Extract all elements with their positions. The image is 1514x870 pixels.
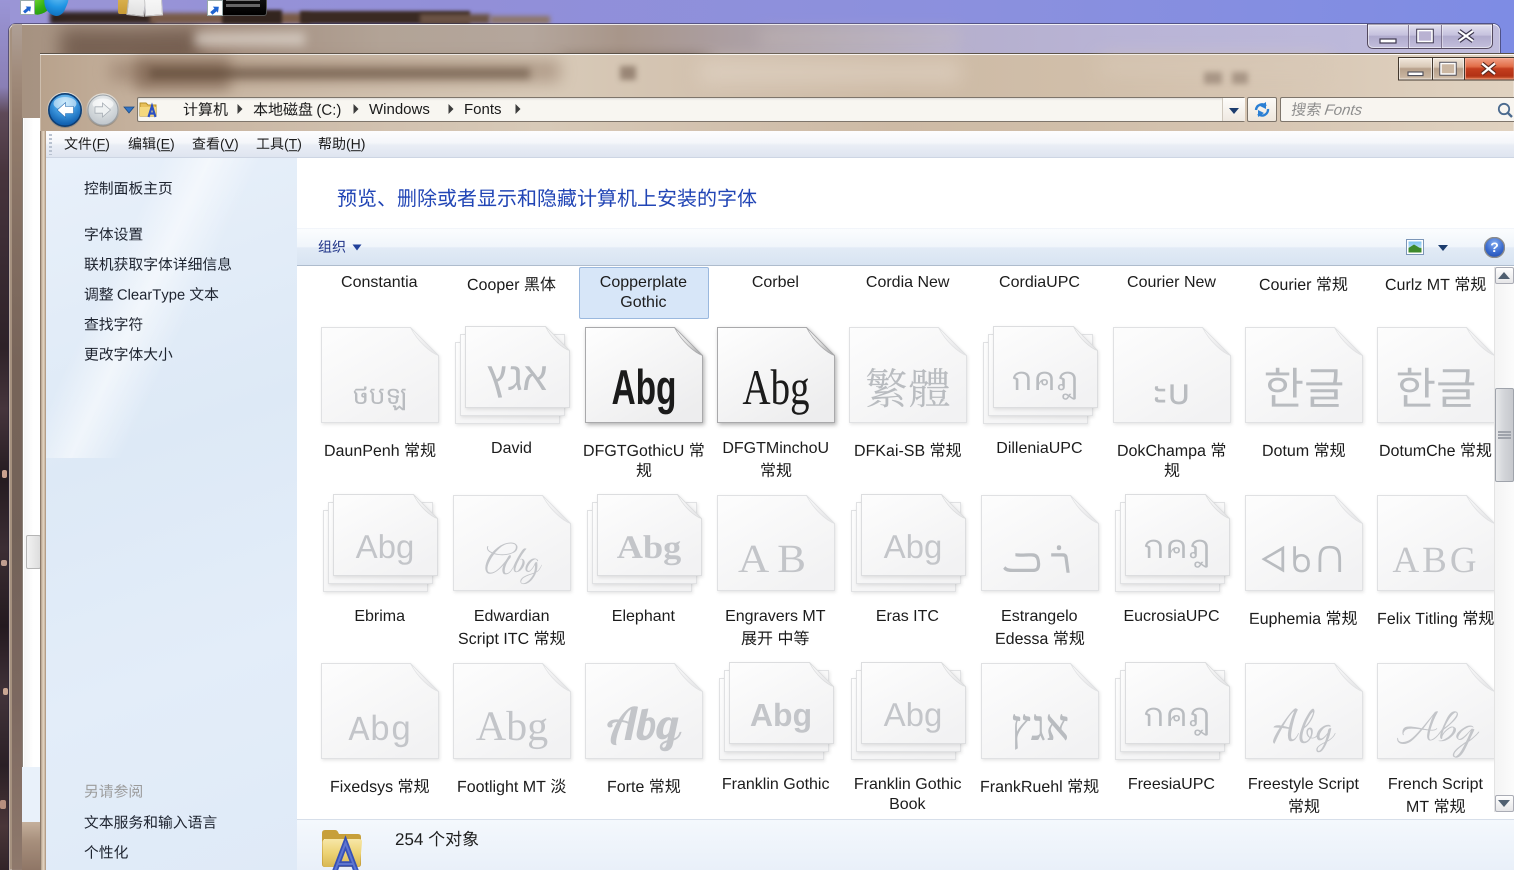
- svg-text:?: ?: [1490, 239, 1499, 255]
